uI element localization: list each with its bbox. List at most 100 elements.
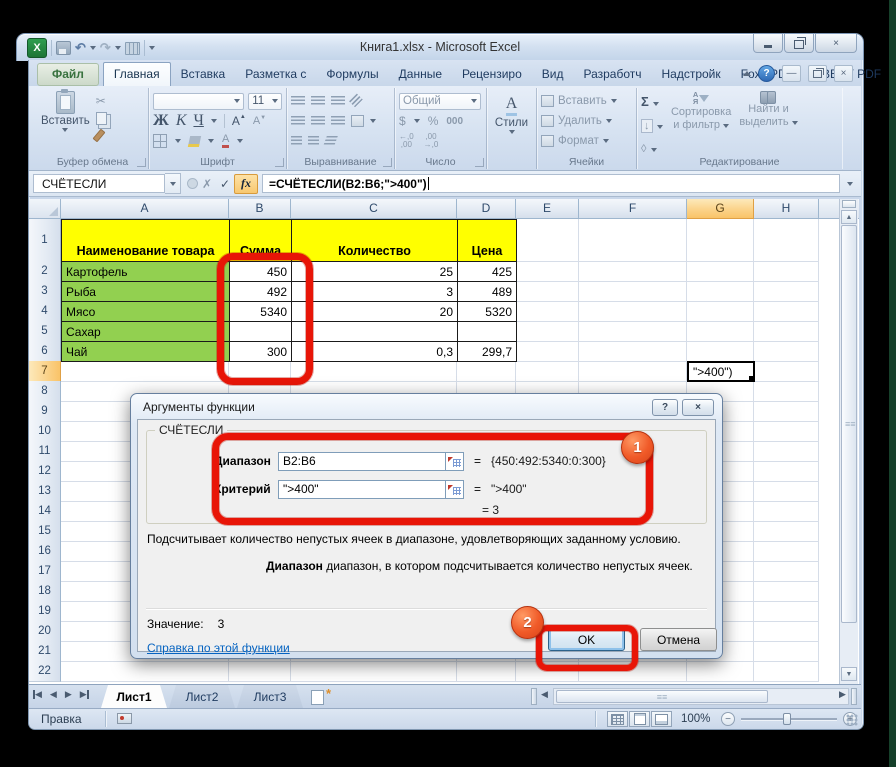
first-sheet-button[interactable]: ◀ — [33, 689, 42, 700]
hscroll-left-button[interactable]: ◀ — [541, 689, 548, 700]
last-sheet-button[interactable]: ▶ — [80, 689, 89, 700]
ribbon-tab-Файл[interactable]: Файл — [37, 63, 99, 86]
row-header-22[interactable]: 22 — [29, 661, 61, 682]
cell-C4[interactable]: 20 — [291, 301, 458, 322]
underline-dropdown-icon[interactable] — [211, 119, 217, 123]
normal-view-button[interactable] — [607, 711, 628, 727]
merge-center-icon[interactable] — [351, 115, 364, 127]
help-icon[interactable]: ? — [758, 65, 775, 82]
format-dropdown-icon[interactable] — [603, 139, 609, 143]
cell-C2[interactable]: 25 — [291, 261, 458, 282]
row-header-15[interactable]: 15 — [29, 521, 61, 542]
increase-font-button[interactable]: А▲ — [232, 114, 246, 128]
cut-icon[interactable]: ✂ — [96, 94, 107, 108]
cell-C1[interactable]: Количество — [291, 219, 458, 262]
column-header-C[interactable]: C — [291, 199, 457, 219]
select-all-corner[interactable] — [29, 199, 61, 219]
collapse-ribbon-icon[interactable] — [743, 71, 751, 76]
workbook-close-button[interactable]: × — [834, 65, 853, 82]
ribbon-tab-Формулы[interactable]: Формулы — [316, 63, 388, 86]
cell-A5[interactable]: Сахар — [61, 321, 230, 342]
align-center-icon[interactable] — [311, 116, 325, 126]
row-header-20[interactable]: 20 — [29, 621, 61, 642]
formula-input[interactable]: =СЧЁТЕСЛИ(B2:B6;">400") — [262, 174, 840, 193]
hscroll-splitter-handle[interactable] — [851, 688, 857, 705]
styles-button[interactable]: А Стили — [491, 91, 532, 134]
sort-filter-button[interactable]: АЯ Сортировкаи фильтр — [671, 91, 731, 157]
scroll-up-button[interactable]: ▲ — [841, 210, 857, 224]
ribbon-tab-Вид[interactable]: Вид — [532, 63, 574, 86]
cell-D2[interactable]: 425 — [457, 261, 517, 282]
underline-button[interactable]: Ч — [193, 112, 203, 130]
fill-color-icon[interactable] — [188, 136, 201, 147]
orientation-icon[interactable] — [349, 94, 364, 109]
cancel-button[interactable]: Отмена — [640, 628, 717, 651]
resize-grip[interactable] — [846, 714, 858, 726]
ribbon-tab-Рецензиро[interactable]: Рецензиро — [452, 63, 532, 86]
alignment-dialog-launcher-icon[interactable] — [383, 158, 392, 167]
row-header-12[interactable]: 12 — [29, 461, 61, 482]
column-header-E[interactable]: E — [516, 199, 579, 219]
horizontal-scrollbar[interactable]: ≡≡ — [553, 688, 849, 705]
cell-D5[interactable] — [457, 321, 517, 342]
align-bottom-icon[interactable] — [331, 96, 345, 106]
row-header-19[interactable]: 19 — [29, 601, 61, 622]
delete-dropdown-icon[interactable] — [606, 119, 612, 123]
cell-A6[interactable]: Чай — [61, 341, 230, 362]
name-box[interactable]: СЧЁТЕСЛИ — [33, 174, 165, 193]
row-header-6[interactable]: 6 — [29, 341, 61, 362]
row-header-4[interactable]: 4 — [29, 301, 61, 322]
insert-dropdown-icon[interactable] — [611, 99, 617, 103]
cell-C5[interactable] — [291, 321, 458, 342]
ribbon-tab-Разметка с[interactable]: Разметка с — [235, 63, 316, 86]
fill-down-icon[interactable]: ↓ — [641, 119, 653, 133]
paste-button[interactable]: Вставить — [41, 91, 90, 142]
delete-cells-icon[interactable] — [541, 115, 554, 127]
wrap-text-icon[interactable] — [323, 136, 338, 146]
function-help-link[interactable]: Справка по этой функции — [147, 641, 290, 655]
name-box-dropdown[interactable] — [165, 173, 181, 194]
row-header-16[interactable]: 16 — [29, 541, 61, 562]
next-sheet-button[interactable]: ▶ — [65, 689, 72, 700]
vscroll-thumb[interactable]: ≡≡ — [841, 225, 857, 623]
confirm-entry-button[interactable]: ✓ — [216, 175, 234, 193]
column-header-A[interactable]: A — [61, 199, 229, 219]
close-button[interactable]: × — [815, 34, 857, 53]
dialog-help-button[interactable]: ? — [652, 399, 678, 416]
cell-D4[interactable]: 5320 — [457, 301, 517, 322]
hscroll-right-button[interactable]: ▶ — [839, 689, 846, 700]
insert-function-button[interactable]: fx — [234, 174, 258, 194]
zoom-out-button[interactable]: − — [721, 712, 735, 726]
column-header-H[interactable]: H — [754, 199, 819, 219]
row-header-14[interactable]: 14 — [29, 501, 61, 522]
cell-C3[interactable]: 3 — [291, 281, 458, 302]
find-select-button[interactable]: Найти ивыделить — [739, 91, 797, 157]
workbook-minimize-button[interactable]: — — [782, 65, 801, 82]
font-color-icon[interactable]: А — [222, 134, 229, 148]
cell-D3[interactable]: 489 — [457, 281, 517, 302]
row-header-10[interactable]: 10 — [29, 421, 61, 442]
cancel-entry-button[interactable]: ✗ — [198, 175, 216, 193]
row-header-21[interactable]: 21 — [29, 641, 61, 662]
row-header-2[interactable]: 2 — [29, 261, 61, 282]
format-cells-icon[interactable] — [541, 135, 554, 147]
font-color-dropdown-icon[interactable] — [237, 139, 243, 143]
autosum-dropdown-icon[interactable] — [653, 102, 659, 106]
cell-A1[interactable]: Наименование товара — [61, 219, 230, 262]
bold-button[interactable]: Ж — [153, 112, 169, 130]
dialog-close-button[interactable]: × — [682, 399, 714, 416]
column-header-G[interactable]: G — [687, 199, 754, 219]
row-header-18[interactable]: 18 — [29, 581, 61, 602]
format-painter-icon[interactable] — [92, 129, 105, 143]
row-header-1[interactable]: 1 — [29, 219, 61, 262]
thousands-format-button[interactable]: 000 — [446, 116, 463, 127]
zoom-level[interactable]: 100% — [681, 713, 710, 725]
autosum-icon[interactable]: Σ — [641, 94, 649, 109]
cell-A3[interactable]: Рыба — [61, 281, 230, 302]
scroll-down-button[interactable]: ▼ — [841, 667, 857, 681]
format-cells-label[interactable]: Формат — [558, 135, 599, 147]
sheet-tab-Лист2[interactable]: Лист2 — [169, 685, 235, 708]
title-bar[interactable]: X ↶ ↷ Книга1.xlsx - Microsoft Excel × — [16, 33, 864, 61]
cell-D6[interactable]: 299,7 — [457, 341, 517, 362]
cell-A4[interactable]: Мясо — [61, 301, 230, 322]
